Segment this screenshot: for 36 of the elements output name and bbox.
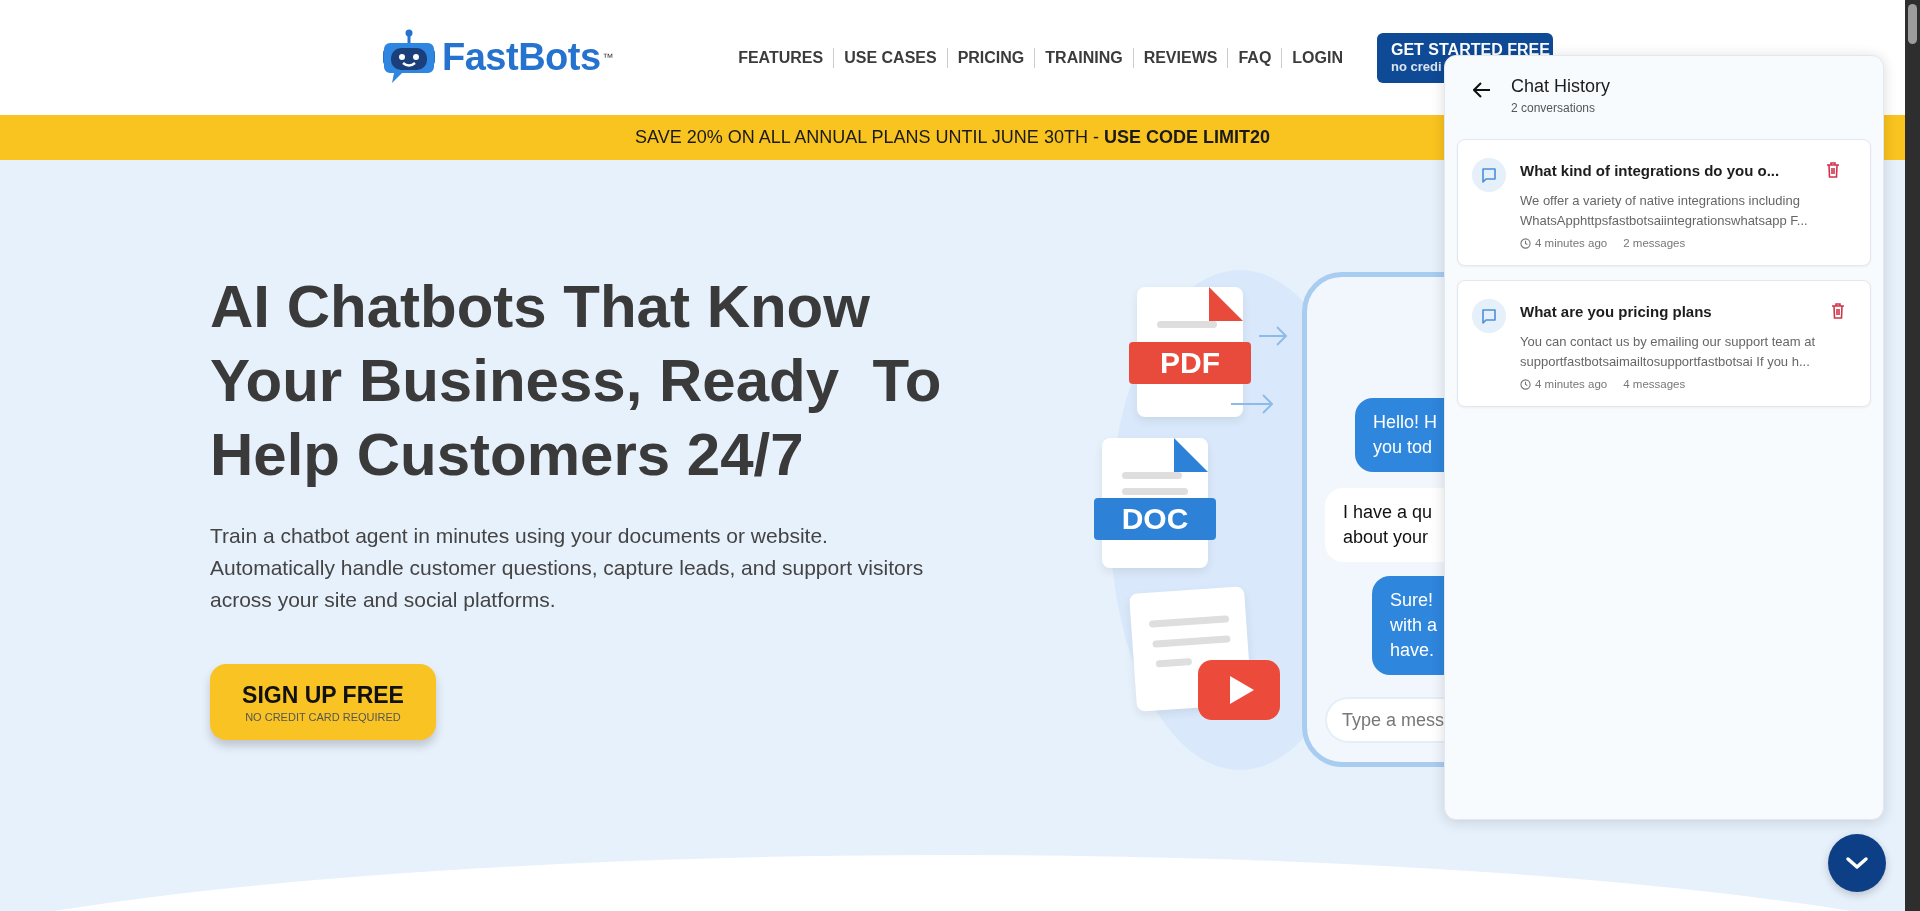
- play-video-icon: [1198, 660, 1280, 720]
- arrow-icon: [1230, 393, 1274, 415]
- message-count: 2 messages: [1623, 237, 1686, 249]
- conversation-card[interactable]: What are you pricing plans You can contact us by emailing our support team at supportfastbotsaimailtosupportfastbotsai If you h... 4 minutes ago 4 messages: [1457, 280, 1871, 407]
- conversation-title: What kind of integrations do you o...: [1520, 162, 1781, 179]
- panel-title: Chat History: [1511, 76, 1611, 97]
- conversation-count: 2 conversations: [1511, 101, 1597, 115]
- conversation-time: 4 minutes ago: [1535, 237, 1608, 249]
- nav-link[interactable]: PRICING: [946, 47, 1035, 68]
- conversation-card[interactable]: What kind of integrations do you o... We offer a variety of native integrations including WhatsApphttpsfastbotsaiintegrationswhatsapp F... 4 minutes ago 2 messages: [1457, 139, 1871, 266]
- scrollbar[interactable]: [1905, 0, 1920, 911]
- nav-link[interactable]: REVIEWS: [1132, 47, 1228, 68]
- hero-description: Train a chatbot agent in minutes using your documents or website. Automatically handle customer questions, capture leads, and support visitors across your site and social platforms.: [210, 523, 925, 613]
- arrow-icon: [1258, 325, 1288, 347]
- conversation-preview: You can contact us by emailing our support team at supportfastbotsaimailtosupportfastbotsai If you h...: [1520, 333, 1816, 371]
- trash-icon: [1831, 303, 1846, 319]
- nav-link[interactable]: FEATURES: [728, 47, 834, 68]
- delete-button[interactable]: [1824, 162, 1842, 180]
- trash-icon: [1826, 162, 1840, 178]
- message-count: 4 messages: [1623, 378, 1686, 390]
- clock-icon: [1520, 378, 1531, 390]
- clock-icon: [1520, 237, 1531, 249]
- conversation-title: What are you pricing plans: [1520, 303, 1713, 320]
- nav-link[interactable]: TRAINING: [1034, 47, 1133, 68]
- chevron-down-icon: [1845, 855, 1869, 871]
- logo-text[interactable]: FastBots: [442, 36, 601, 79]
- sign-up-button[interactable]: SIGN UP FREE NO CREDIT CARD REQUIRED: [210, 664, 436, 740]
- promo-text: SAVE 20% ON ALL ANNUAL PLANS UNTIL JUNE 30TH - USE CODE LIMIT20: [635, 127, 1270, 148]
- trademark-mark: ™: [602, 50, 614, 63]
- conversation-preview: We offer a variety of native integrations including WhatsApphttpsfastbotsaiintegrationswhatsapp F...: [1520, 192, 1809, 230]
- nav-link[interactable]: USE CASES: [833, 47, 947, 68]
- nav-link[interactable]: FAQ: [1227, 47, 1282, 68]
- conversation-time: 4 minutes ago: [1535, 378, 1608, 390]
- nav-link[interactable]: LOGIN: [1281, 47, 1353, 68]
- hero-heading: AI Chatbots That Know Your Business, Ready To Help Customers 24/7: [210, 272, 942, 490]
- back-arrow-icon[interactable]: [1473, 82, 1491, 98]
